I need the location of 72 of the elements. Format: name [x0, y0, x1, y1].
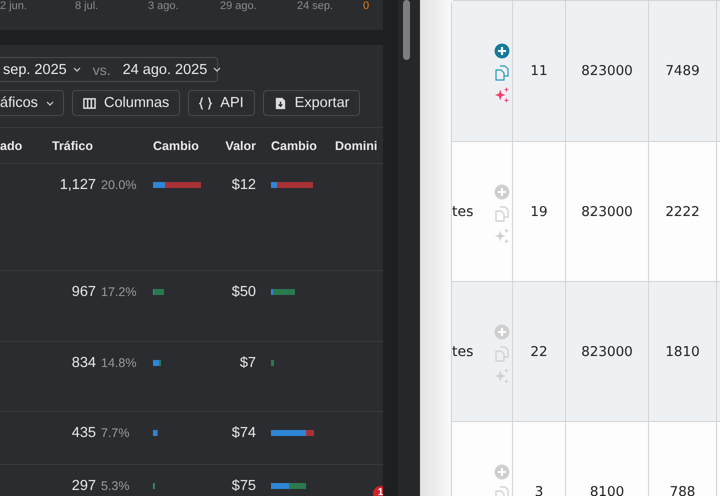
traffic-share: 17.2%: [100, 284, 138, 299]
value-change-bar-drawing: [271, 430, 314, 436]
date-compare-selector[interactable]: sep. 2025 vs. 24 ago. 2025: [0, 57, 218, 82]
columns-icon: [83, 96, 96, 110]
count-label: 0: [363, 0, 370, 13]
traffic-value: 834: [70, 355, 96, 371]
traffic-value: 967: [70, 284, 96, 300]
traffic-value: 1,127: [58, 177, 96, 193]
api-button[interactable]: API: [188, 90, 255, 116]
axis-date-label: 8 jul.: [75, 0, 100, 13]
table-cell: 2222: [649, 142, 717, 281]
export-button[interactable]: Exportar: [262, 90, 360, 116]
copy-icon[interactable]: [494, 65, 510, 81]
value-amount: $7: [238, 355, 256, 371]
value-change-bar-drawing: [271, 360, 274, 366]
table-cell: 8100: [566, 422, 649, 496]
traffic-change-bar-drawing: [153, 360, 161, 366]
date-label: sep. 2025: [3, 62, 67, 78]
table-cell: 22: [513, 282, 566, 421]
table-cell: 788: [649, 422, 717, 496]
traffic-value: 435: [70, 425, 96, 441]
axis-date-label: 2 jun.: [0, 0, 28, 13]
value-change-bar-drawing: [271, 483, 306, 489]
traffic-share: 14.8%: [100, 355, 138, 370]
date-label: 24 ago. 2025: [122, 62, 208, 78]
axis-date-label: 3 ago.: [148, 0, 180, 13]
traffic-share: 20.0%: [100, 177, 138, 192]
traffic-share: 7.7%: [100, 425, 130, 440]
sparkle-icon[interactable]: [494, 228, 510, 244]
keyword-text: tes: [452, 204, 474, 220]
column-header[interactable]: Valor: [213, 138, 256, 152]
table-cell: 823000: [566, 1, 649, 141]
chevron-icon: [72, 67, 81, 72]
value-change-bar-drawing: [271, 289, 295, 295]
vs-label: vs.: [92, 62, 111, 78]
table-cell: 3: [513, 422, 566, 496]
column-header[interactable]: Cambio: [271, 138, 335, 152]
table-cell: 823000: [566, 142, 649, 281]
traffic-share: 5.3%: [100, 478, 130, 493]
value-amount: $50: [230, 284, 256, 300]
charts-dropdown[interactable]: áficos: [0, 90, 64, 116]
keyword-text: tes: [452, 344, 474, 360]
scrollbar-thumb[interactable]: [403, 0, 410, 60]
traffic-change-bar-drawing: [153, 289, 164, 295]
value-amount: $74: [230, 425, 256, 441]
chevron-icon: [46, 100, 54, 106]
axis-date-label: 24 sep.: [297, 0, 334, 13]
table-cell: 823000: [566, 282, 649, 421]
traffic-change-bar-drawing: [153, 182, 201, 188]
columns-button[interactable]: Columnas: [72, 90, 180, 116]
column-header[interactable]: Domini: [335, 138, 383, 152]
table-cell: 19: [513, 142, 566, 281]
plus-circle-icon[interactable]: [494, 43, 510, 59]
traffic-value: 297: [70, 478, 96, 494]
table-cell: 11: [513, 1, 566, 141]
axis-date-label: 29 ago.: [220, 0, 258, 13]
column-header[interactable]: Cambio: [153, 138, 213, 152]
table-cell: 1810: [649, 282, 717, 421]
download-file-icon: [274, 96, 287, 110]
column-header[interactable]: Tráfico: [52, 138, 153, 152]
column-header[interactable]: ado: [0, 138, 52, 152]
sparkle-icon[interactable]: [494, 87, 510, 103]
chevron-icon: [213, 67, 222, 72]
copy-icon[interactable]: [494, 206, 510, 222]
copy-icon[interactable]: [494, 346, 510, 362]
braces-icon: [199, 96, 212, 110]
sparkle-icon[interactable]: [494, 368, 510, 384]
table-cell: 7489: [649, 1, 717, 141]
value-amount: $75: [230, 478, 256, 494]
value-change-bar-drawing: [271, 182, 313, 188]
value-amount: $12: [230, 177, 256, 193]
traffic-change-bar-drawing: [153, 430, 158, 436]
